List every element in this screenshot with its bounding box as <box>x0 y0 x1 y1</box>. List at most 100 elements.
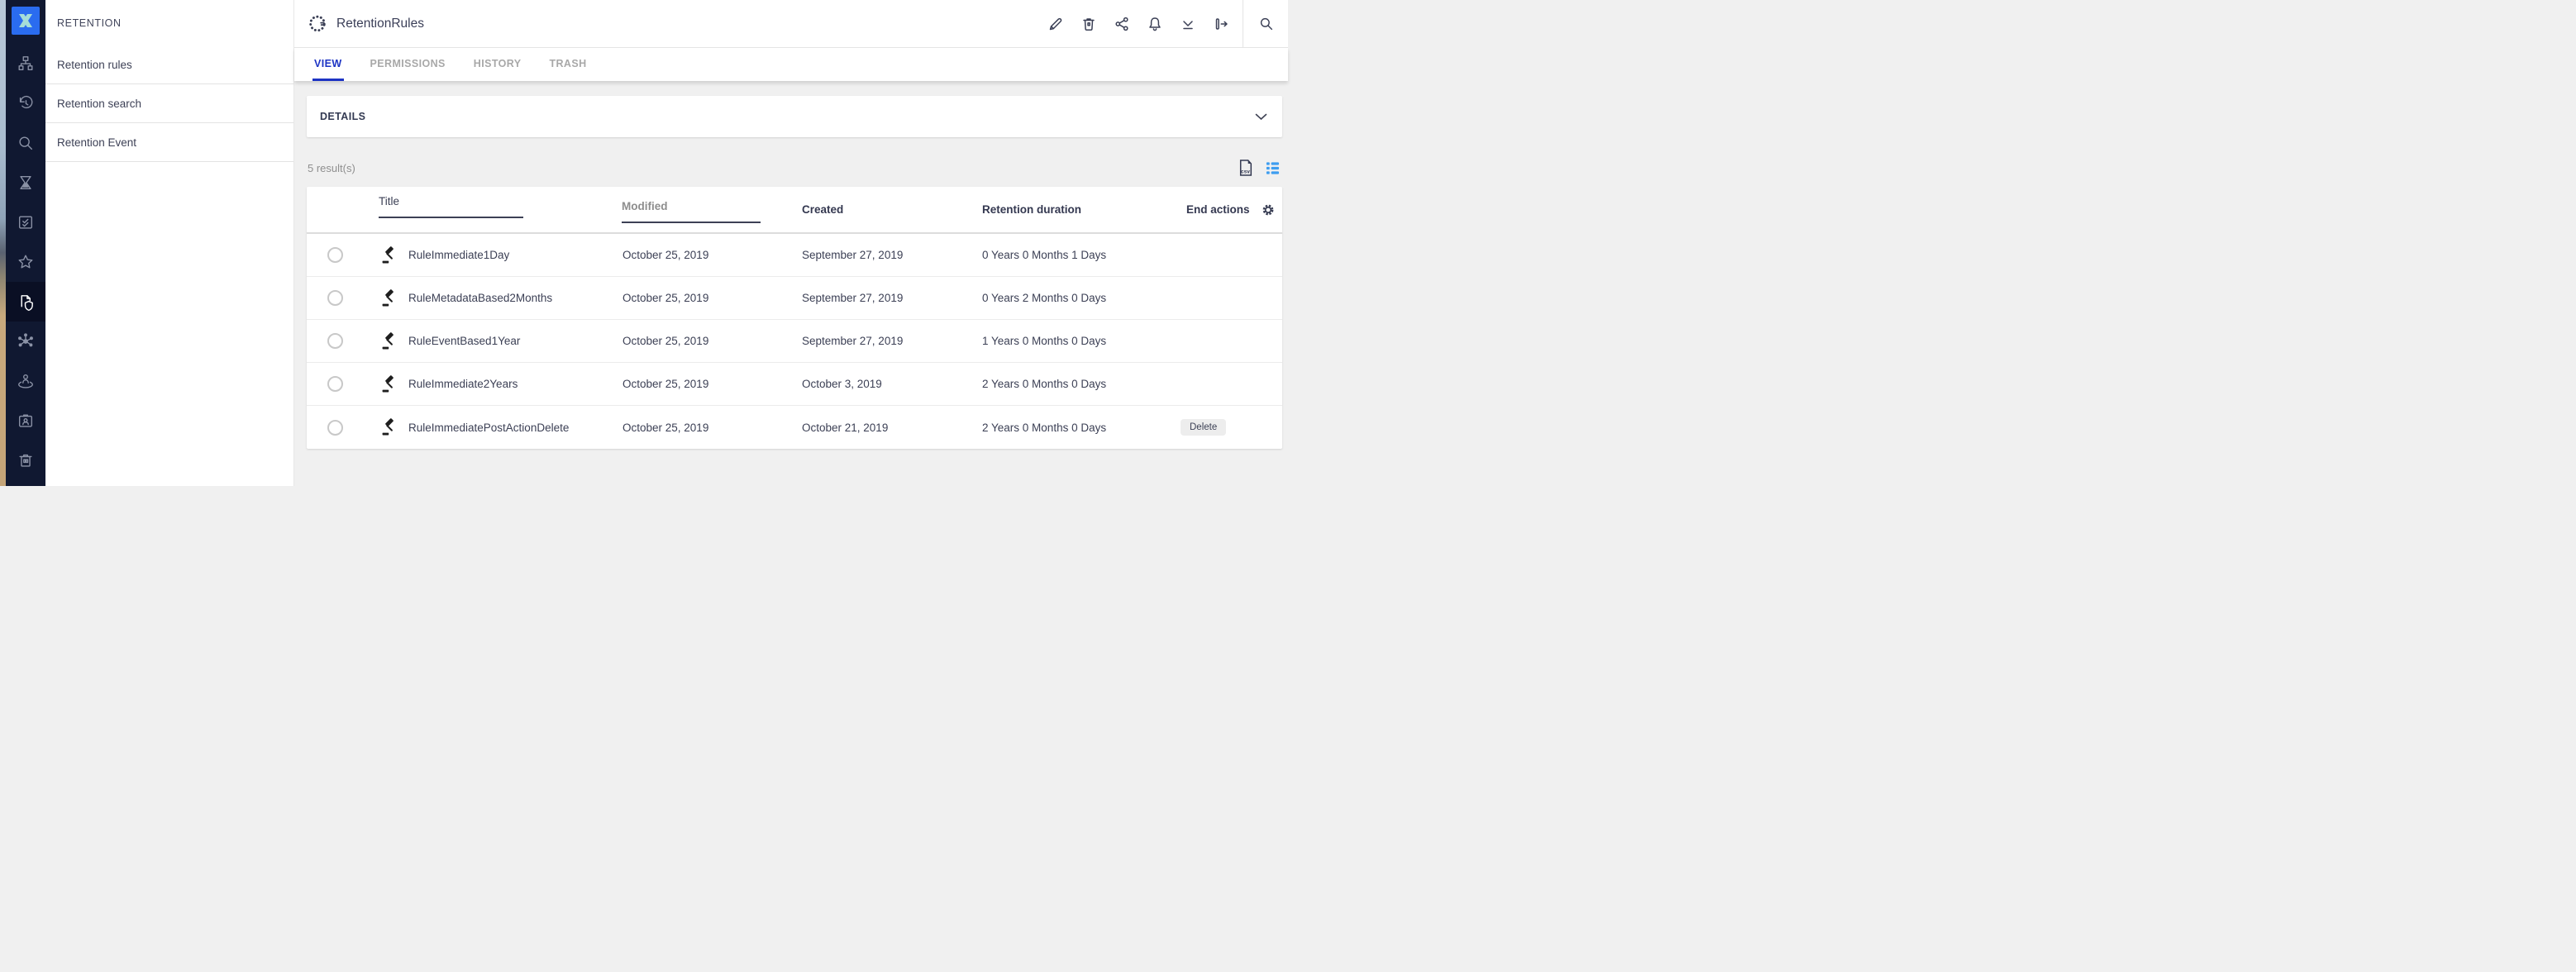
share-button[interactable] <box>1105 0 1138 47</box>
details-label: DETAILS <box>320 111 365 122</box>
tab-history[interactable]: HISTORY <box>472 48 523 81</box>
gavel-icon <box>363 332 408 350</box>
sidebar-item-trash[interactable] <box>6 441 45 480</box>
column-header-title[interactable]: Title <box>379 195 523 218</box>
column-settings-button[interactable] <box>1261 202 1276 222</box>
gavel-icon <box>363 289 408 307</box>
edit-icon <box>1047 16 1064 32</box>
rule-created: September 27, 2019 <box>802 292 982 304</box>
table-row[interactable]: RuleEventBased1Year October 25, 2019 Sep… <box>307 320 1282 363</box>
rule-modified: October 25, 2019 <box>623 378 802 390</box>
rule-title[interactable]: RuleImmediatePostActionDelete <box>408 422 623 434</box>
rule-duration: 2 Years 0 Months 0 Days <box>982 422 1181 434</box>
rule-modified: October 25, 2019 <box>623 335 802 347</box>
row-radio[interactable] <box>327 420 343 436</box>
retention-doc-shield-icon <box>17 293 36 312</box>
tab-view[interactable]: VIEW <box>312 48 344 81</box>
table-view-icon <box>1266 161 1280 175</box>
search-button[interactable] <box>1243 0 1288 47</box>
rule-modified: October 25, 2019 <box>623 249 802 261</box>
gavel-icon <box>363 246 408 264</box>
end-action-badge: Delete <box>1181 419 1226 436</box>
retention-subnav: RETENTION Retention rules Retention sear… <box>45 0 294 486</box>
rule-title[interactable]: RuleImmediate2Years <box>408 378 623 390</box>
rule-duration: 1 Years 0 Months 0 Days <box>982 335 1181 347</box>
notifications-icon <box>1147 16 1163 32</box>
column-header-retention-duration: Retention duration <box>982 203 1081 216</box>
sidebar-item-collections[interactable] <box>6 322 45 361</box>
sidebar-item-search[interactable] <box>6 123 45 163</box>
sidebar-item-favorites[interactable] <box>6 242 45 282</box>
table-row[interactable]: RuleImmediate2Years October 25, 2019 Oct… <box>307 363 1282 406</box>
details-panel[interactable]: DETAILS <box>307 96 1282 137</box>
subnav-item-retention-search[interactable]: Retention search <box>45 84 293 123</box>
rule-created: October 21, 2019 <box>802 422 982 434</box>
delete-button[interactable] <box>1072 0 1105 47</box>
rule-created: September 27, 2019 <box>802 335 982 347</box>
gavel-icon <box>363 375 408 393</box>
trash-icon <box>17 451 35 469</box>
rule-title[interactable]: RuleEventBased1Year <box>408 335 623 347</box>
subnav-item-retention-event[interactable]: Retention Event <box>45 123 293 162</box>
results-bar: 5 result(s) csv <box>307 149 1282 187</box>
x-logo-glyph <box>16 11 36 31</box>
results-count: 5 result(s) <box>308 162 355 174</box>
table-row[interactable]: RuleImmediate1Day October 25, 2019 Septe… <box>307 234 1282 277</box>
csv-export-button[interactable]: csv <box>1238 159 1253 177</box>
favorites-star-icon <box>17 253 35 271</box>
profile-card-icon <box>17 412 35 430</box>
table-header: Title Modified Created Retention duratio… <box>307 187 1282 234</box>
row-radio[interactable] <box>327 376 343 392</box>
document-tabs: VIEW PERMISSIONS HISTORY TRASH <box>294 48 1288 81</box>
subnav-item-retention-rules[interactable]: Retention rules <box>45 45 293 84</box>
rule-duration: 0 Years 0 Months 1 Days <box>982 249 1181 261</box>
delete-icon <box>1080 16 1097 32</box>
rule-title[interactable]: RuleImmediate1Day <box>408 249 623 261</box>
row-radio[interactable] <box>327 247 343 263</box>
browse-tree-icon <box>17 55 35 73</box>
table-row[interactable]: RuleImmediatePostActionDelete October 25… <box>307 406 1282 449</box>
sidebar-item-profile[interactable] <box>6 401 45 441</box>
gear-icon <box>1261 202 1276 217</box>
rule-created: October 3, 2019 <box>802 378 982 390</box>
column-header-created[interactable]: Created <box>802 203 843 216</box>
download-button[interactable] <box>1171 0 1205 47</box>
rule-modified: October 25, 2019 <box>623 422 802 434</box>
csv-export-icon: csv <box>1238 159 1253 177</box>
sidebar-item-browse[interactable] <box>6 44 45 83</box>
row-radio[interactable] <box>327 290 343 306</box>
share-icon <box>1114 16 1130 32</box>
column-header-end-actions: End actions <box>1186 203 1250 216</box>
header-actions <box>1039 0 1288 47</box>
tab-permissions[interactable]: PERMISSIONS <box>369 48 447 81</box>
rule-title[interactable]: RuleMetadataBased2Months <box>408 292 623 304</box>
column-header-modified[interactable]: Modified <box>622 200 761 223</box>
table-row[interactable]: RuleMetadataBased2Months October 25, 201… <box>307 277 1282 320</box>
chevron-down-icon[interactable] <box>1255 113 1267 121</box>
rule-modified: October 25, 2019 <box>623 292 802 304</box>
download-icon <box>1180 16 1196 32</box>
sidebar-item-pending[interactable] <box>6 163 45 202</box>
notifications-button[interactable] <box>1138 0 1171 47</box>
sidebar-item-recent[interactable] <box>6 83 45 123</box>
sidebar-item-personal-space[interactable] <box>6 361 45 401</box>
table-view-button[interactable] <box>1266 161 1280 175</box>
svg-text:csv: csv <box>1241 169 1250 174</box>
collections-network-icon <box>17 332 35 350</box>
left-icon-rail <box>6 0 45 486</box>
edit-button[interactable] <box>1039 0 1072 47</box>
search-icon <box>1258 16 1274 31</box>
export-button[interactable] <box>1205 0 1238 47</box>
sidebar-item-tasks[interactable] <box>6 202 45 242</box>
document-header: RetentionRules <box>294 0 1288 48</box>
page-title: RetentionRules <box>336 17 424 31</box>
retention-app: RETENTION Retention rules Retention sear… <box>0 0 1288 486</box>
row-radio[interactable] <box>327 333 343 349</box>
sidebar-item-retention[interactable] <box>6 282 45 322</box>
nuxeo-logo[interactable] <box>12 7 40 35</box>
rule-created: September 27, 2019 <box>802 249 982 261</box>
hourglass-icon <box>17 174 35 192</box>
retention-rules-table: Title Modified Created Retention duratio… <box>307 187 1282 449</box>
tab-trash[interactable]: TRASH <box>547 48 588 81</box>
tasks-icon <box>17 213 35 231</box>
